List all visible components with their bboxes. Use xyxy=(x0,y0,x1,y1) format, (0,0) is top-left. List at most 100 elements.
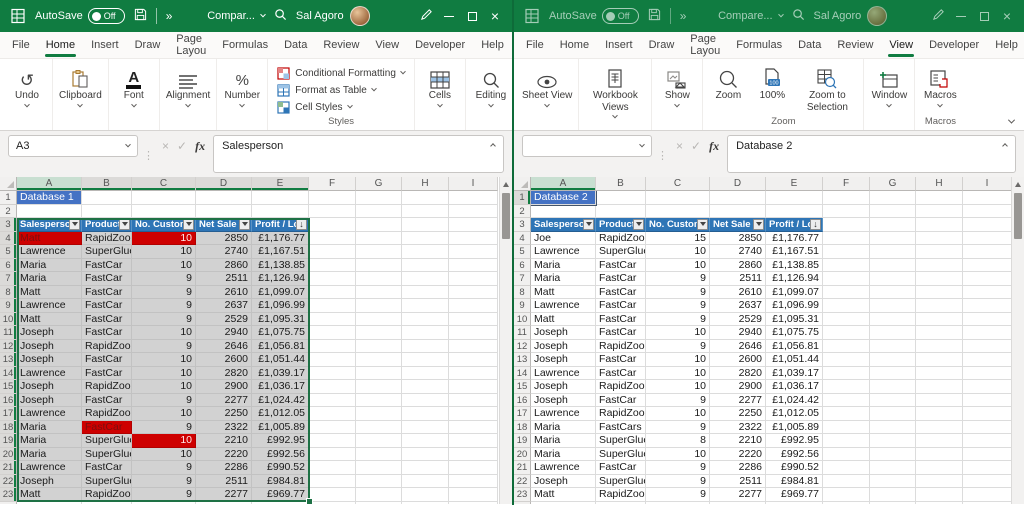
cell-C10[interactable]: 9 xyxy=(646,313,710,327)
cell-F3[interactable] xyxy=(309,218,356,232)
cell-B14[interactable]: FastCar xyxy=(82,367,132,381)
cell-B2[interactable] xyxy=(82,205,132,219)
cell-F21[interactable] xyxy=(823,461,870,475)
cell-A12[interactable]: Joseph xyxy=(531,340,596,354)
row-header-5[interactable]: 5 xyxy=(514,245,531,259)
filter-button[interactable] xyxy=(633,219,644,230)
cell-I13[interactable] xyxy=(449,353,498,367)
cell-B6[interactable]: FastCar xyxy=(596,259,646,273)
cell-D5[interactable]: 2740 xyxy=(196,245,252,259)
tab-page-layout[interactable]: Page Layou xyxy=(168,32,214,58)
cell-I9[interactable] xyxy=(963,299,1012,313)
cell-C23[interactable]: 9 xyxy=(646,488,710,502)
cells-button[interactable]: Cells xyxy=(418,63,462,130)
cell-G6[interactable] xyxy=(356,259,402,273)
cell-I11[interactable] xyxy=(963,326,1012,340)
macros-button[interactable]: Macros xyxy=(918,63,962,115)
cell-H6[interactable] xyxy=(402,259,449,273)
cell-B1[interactable] xyxy=(596,191,646,205)
cell-D8[interactable]: 2610 xyxy=(710,286,766,300)
tab-review[interactable]: Review xyxy=(315,32,367,58)
cell-F1[interactable] xyxy=(823,191,870,205)
cell-F14[interactable] xyxy=(309,367,356,381)
cell-E1[interactable] xyxy=(252,191,309,205)
cell-C12[interactable]: 9 xyxy=(646,340,710,354)
cell-C9[interactable]: 9 xyxy=(132,299,196,313)
cell-A16[interactable]: Joseph xyxy=(531,394,596,408)
col-header-G[interactable]: G xyxy=(870,177,916,191)
enter-icon[interactable]: ✓ xyxy=(177,139,187,153)
cell-C1[interactable] xyxy=(646,191,710,205)
vertical-scrollbar[interactable] xyxy=(1011,177,1024,504)
quick-access-overflow[interactable]: » xyxy=(680,9,686,23)
cell-B18[interactable]: FastCars xyxy=(596,421,646,435)
cell-C1[interactable] xyxy=(132,191,196,205)
cell-E11[interactable]: £1,075.75 xyxy=(766,326,823,340)
cell-E19[interactable]: £992.95 xyxy=(252,434,309,448)
cell-E24[interactable] xyxy=(252,502,309,505)
cell-C13[interactable]: 10 xyxy=(646,353,710,367)
cell-I17[interactable] xyxy=(449,407,498,421)
cell-H15[interactable] xyxy=(916,380,963,394)
save-icon[interactable] xyxy=(648,8,661,24)
cell-E22[interactable]: £984.81 xyxy=(766,475,823,489)
cell-C20[interactable]: 10 xyxy=(646,448,710,462)
cell-B24[interactable] xyxy=(82,502,132,505)
cell-C15[interactable]: 10 xyxy=(646,380,710,394)
cell-G23[interactable] xyxy=(356,488,402,502)
cell-G20[interactable] xyxy=(870,448,916,462)
search-icon[interactable] xyxy=(274,8,287,24)
cell-E13[interactable]: £1,051.44 xyxy=(252,353,309,367)
cell-I23[interactable] xyxy=(449,488,498,502)
cell-E24[interactable] xyxy=(766,502,823,505)
cell-E20[interactable]: £992.56 xyxy=(252,448,309,462)
tab-insert[interactable]: Insert xyxy=(597,32,641,58)
cell-I8[interactable] xyxy=(449,286,498,300)
cell-B8[interactable]: FastCar xyxy=(596,286,646,300)
row-header-17[interactable]: 17 xyxy=(0,407,17,421)
cell-E5[interactable]: £1,167.51 xyxy=(252,245,309,259)
cell-C22[interactable]: 9 xyxy=(646,475,710,489)
cell-A24[interactable] xyxy=(531,502,596,505)
save-icon[interactable] xyxy=(134,8,147,24)
row-header-12[interactable]: 12 xyxy=(514,340,531,354)
autosave-toggle[interactable]: Off xyxy=(88,8,125,24)
cell-A20[interactable]: Maria xyxy=(17,448,82,462)
cell-D4[interactable]: 2850 xyxy=(196,232,252,246)
tab-home[interactable]: Home xyxy=(38,32,83,58)
col-header-A[interactable]: A xyxy=(531,177,596,191)
scroll-up-icon[interactable] xyxy=(503,182,509,187)
search-icon[interactable] xyxy=(792,8,805,24)
cell-G11[interactable] xyxy=(870,326,916,340)
cell-D24[interactable] xyxy=(710,502,766,505)
cell-H5[interactable] xyxy=(402,245,449,259)
editing-button[interactable]: Editing xyxy=(469,63,512,130)
cell-C23[interactable]: 9 xyxy=(132,488,196,502)
formula-input[interactable]: Salesperson xyxy=(213,135,504,173)
cell-G5[interactable] xyxy=(870,245,916,259)
cell-I9[interactable] xyxy=(449,299,498,313)
minimize-button[interactable] xyxy=(954,0,968,32)
cell-H6[interactable] xyxy=(916,259,963,273)
cell-D23[interactable]: 2277 xyxy=(710,488,766,502)
cell-F24[interactable] xyxy=(823,502,870,505)
cell-F12[interactable] xyxy=(309,340,356,354)
cell-E12[interactable]: £1,056.81 xyxy=(252,340,309,354)
clipboard-button[interactable]: Clipboard xyxy=(56,63,105,130)
cell-G23[interactable] xyxy=(870,488,916,502)
cell-H13[interactable] xyxy=(402,353,449,367)
tab-help[interactable]: Help xyxy=(473,32,512,58)
quick-access-overflow[interactable]: » xyxy=(166,9,172,23)
cell-F23[interactable] xyxy=(823,488,870,502)
cell-H7[interactable] xyxy=(916,272,963,286)
cell-A6[interactable]: Maria xyxy=(17,259,82,273)
cell-C14[interactable]: 10 xyxy=(646,367,710,381)
col-header-B[interactable]: B xyxy=(82,177,132,191)
cell-H20[interactable] xyxy=(916,448,963,462)
cell-G17[interactable] xyxy=(870,407,916,421)
cell-A16[interactable]: Joseph xyxy=(17,394,82,408)
cell-D12[interactable]: 2646 xyxy=(710,340,766,354)
cell-B13[interactable]: FastCar xyxy=(82,353,132,367)
cell-C19[interactable]: 8 xyxy=(646,434,710,448)
cell-B7[interactable]: FastCar xyxy=(82,272,132,286)
